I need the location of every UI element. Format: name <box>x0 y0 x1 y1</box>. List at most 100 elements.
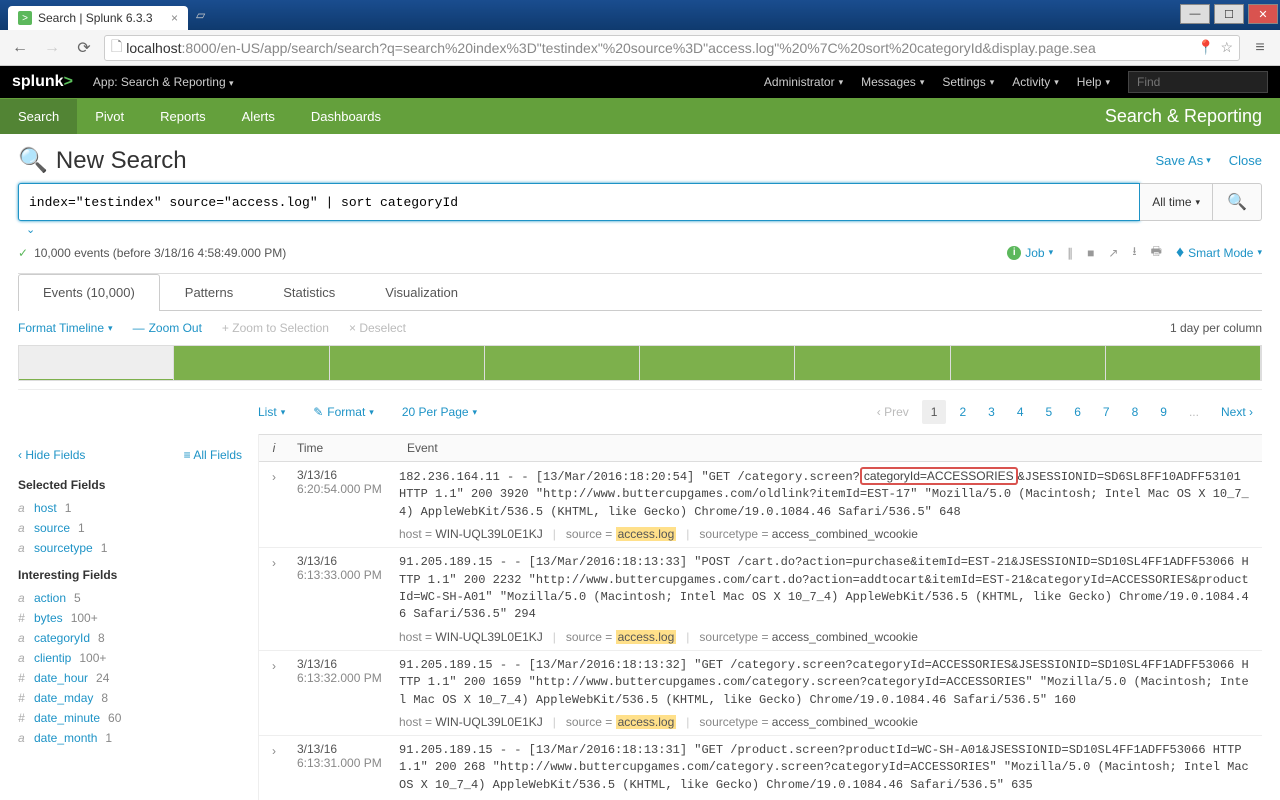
forward-button[interactable]: → <box>40 39 64 57</box>
per-page-button[interactable]: 20 Per Page ▾ <box>402 405 477 419</box>
menu-button[interactable]: ≡ <box>1248 39 1272 57</box>
export-icon[interactable]: ⭳ <box>1132 242 1136 263</box>
timeline-bar[interactable] <box>795 346 950 380</box>
all-fields-button[interactable]: ≡ All Fields <box>184 448 242 462</box>
reload-button[interactable]: ⟳ <box>72 38 96 58</box>
field-bytes[interactable]: # bytes 100+ <box>18 608 242 628</box>
field-action[interactable]: a action 5 <box>18 588 242 608</box>
field-host[interactable]: a host 1 <box>18 498 242 518</box>
field-sourcetype[interactable]: a sourcetype 1 <box>18 538 242 558</box>
app-menu[interactable]: App: Search & Reporting ▾ <box>93 75 234 89</box>
page-8[interactable]: 8 <box>1123 400 1148 424</box>
format-button[interactable]: ✎Format ▾ <box>313 405 374 419</box>
hide-fields-button[interactable]: ‹ Hide Fields <box>18 448 85 462</box>
field-date_minute[interactable]: # date_minute 60 <box>18 708 242 728</box>
timeline-bar[interactable] <box>951 346 1106 380</box>
page-4[interactable]: 4 <box>1008 400 1033 424</box>
event-time: 3/13/166:13:31.000 PM <box>289 742 399 794</box>
topbar-menu-administrator[interactable]: Administrator ▾ <box>764 75 843 89</box>
close-button[interactable]: Close <box>1229 153 1262 168</box>
print-icon[interactable]: 🖶 <box>1151 242 1162 263</box>
event-raw[interactable]: 182.236.164.11 - - [13/Mar/2016:18:20:54… <box>399 468 1252 521</box>
new-tab-button[interactable]: ▱ <box>188 3 213 27</box>
url-bar[interactable]: 🗋 localhost:8000/en-US/app/search/search… <box>104 35 1240 61</box>
search-button[interactable]: 🔍 <box>1213 183 1262 221</box>
star-icon[interactable]: ☆ <box>1220 39 1233 56</box>
col-info[interactable]: i <box>259 435 289 461</box>
zoom-out-button[interactable]: — Zoom Out <box>133 321 202 335</box>
window-minimize-button[interactable]: — <box>1180 4 1210 24</box>
tab-visualization[interactable]: Visualization <box>360 274 483 310</box>
search-assistant-toggle[interactable]: ⌄ <box>26 223 1262 236</box>
timeline-bar[interactable] <box>19 346 174 380</box>
stop-icon[interactable]: ■ <box>1087 246 1094 260</box>
nav-pivot[interactable]: Pivot <box>77 99 142 134</box>
timeline-bar[interactable] <box>640 346 795 380</box>
window-close-button[interactable]: ✕ <box>1248 4 1278 24</box>
pause-icon[interactable]: ∥ <box>1067 246 1073 260</box>
list-view-button[interactable]: List ▾ <box>258 405 285 419</box>
back-button[interactable]: ← <box>8 39 32 57</box>
search-input[interactable] <box>18 183 1140 221</box>
page-title: 🔍 New Search <box>18 146 187 175</box>
tab-statistics[interactable]: Statistics <box>258 274 360 310</box>
topbar-menu-help[interactable]: Help ▾ <box>1077 75 1110 89</box>
tab-events[interactable]: Events (10,000) <box>18 274 160 311</box>
check-icon: ✓ <box>18 246 28 260</box>
topbar-menu-activity[interactable]: Activity ▾ <box>1012 75 1059 89</box>
save-as-button[interactable]: Save As ▾ <box>1156 153 1211 168</box>
page-2[interactable]: 2 <box>950 400 975 424</box>
page-7[interactable]: 7 <box>1094 400 1119 424</box>
job-menu[interactable]: i Job ▾ <box>1007 246 1053 260</box>
col-event[interactable]: Event <box>399 435 1262 461</box>
tab-close-icon[interactable]: × <box>171 11 178 25</box>
nav-reports[interactable]: Reports <box>142 99 224 134</box>
field-source[interactable]: a source 1 <box>18 518 242 538</box>
page-3[interactable]: 3 <box>979 400 1004 424</box>
window-maximize-button[interactable]: ☐ <box>1214 4 1244 24</box>
field-clientip[interactable]: a clientip 100+ <box>18 648 242 668</box>
field-date_hour[interactable]: # date_hour 24 <box>18 668 242 688</box>
field-date_mday[interactable]: # date_mday 8 <box>18 688 242 708</box>
topbar-menu-settings[interactable]: Settings ▾ <box>942 75 994 89</box>
event-raw[interactable]: 91.205.189.15 - - [13/Mar/2016:18:13:32]… <box>399 657 1252 709</box>
event-raw[interactable]: 91.205.189.15 - - [13/Mar/2016:18:13:33]… <box>399 554 1252 624</box>
page-5[interactable]: 5 <box>1037 400 1062 424</box>
event-time: 3/13/166:13:32.000 PM <box>289 657 399 729</box>
timeline-bar[interactable] <box>174 346 329 380</box>
field-categoryId[interactable]: a categoryId 8 <box>18 628 242 648</box>
timeline-chart[interactable] <box>18 345 1262 381</box>
event-raw[interactable]: 91.205.189.15 - - [13/Mar/2016:18:13:31]… <box>399 742 1252 794</box>
topbar-menu-messages[interactable]: Messages ▾ <box>861 75 924 89</box>
splunk-top-bar: splunk> App: Search & Reporting ▾ Admini… <box>0 66 1280 98</box>
nav-search[interactable]: Search <box>0 99 77 134</box>
bookmark-icon[interactable]: 📍 <box>1197 39 1214 56</box>
page-1[interactable]: 1 <box>922 400 947 424</box>
time-range-picker[interactable]: All time ▾ <box>1140 183 1213 221</box>
share-icon[interactable]: ↗ <box>1108 246 1118 260</box>
page-6[interactable]: 6 <box>1065 400 1090 424</box>
event-row: ›3/13/166:13:31.000 PM91.205.189.15 - - … <box>259 736 1262 800</box>
search-mode-picker[interactable]: ♦ Smart Mode ▾ <box>1176 244 1262 262</box>
expand-event-icon[interactable]: › <box>259 554 289 644</box>
prev-page[interactable]: ‹ Prev <box>868 400 918 424</box>
splunk-logo[interactable]: splunk> <box>12 73 73 91</box>
timeline-bar[interactable] <box>330 346 485 380</box>
expand-event-icon[interactable]: › <box>259 468 289 541</box>
splunk-favicon: > <box>18 11 32 25</box>
tab-patterns[interactable]: Patterns <box>160 274 258 310</box>
timeline-bar[interactable] <box>485 346 640 380</box>
page-9[interactable]: 9 <box>1151 400 1176 424</box>
expand-event-icon[interactable]: › <box>259 742 289 794</box>
next-page[interactable]: Next › <box>1212 400 1262 424</box>
nav-alerts[interactable]: Alerts <box>224 99 293 134</box>
find-input[interactable] <box>1128 71 1268 93</box>
expand-event-icon[interactable]: › <box>259 657 289 729</box>
format-timeline-button[interactable]: Format Timeline ▾ <box>18 321 113 335</box>
timeline-bar[interactable] <box>1106 346 1261 380</box>
nav-dashboards[interactable]: Dashboards <box>293 99 399 134</box>
col-time[interactable]: Time <box>289 435 399 461</box>
browser-tab[interactable]: > Search | Splunk 6.3.3 × <box>8 6 188 30</box>
field-date_month[interactable]: a date_month 1 <box>18 728 242 748</box>
deselect-button: × Deselect <box>349 321 406 335</box>
